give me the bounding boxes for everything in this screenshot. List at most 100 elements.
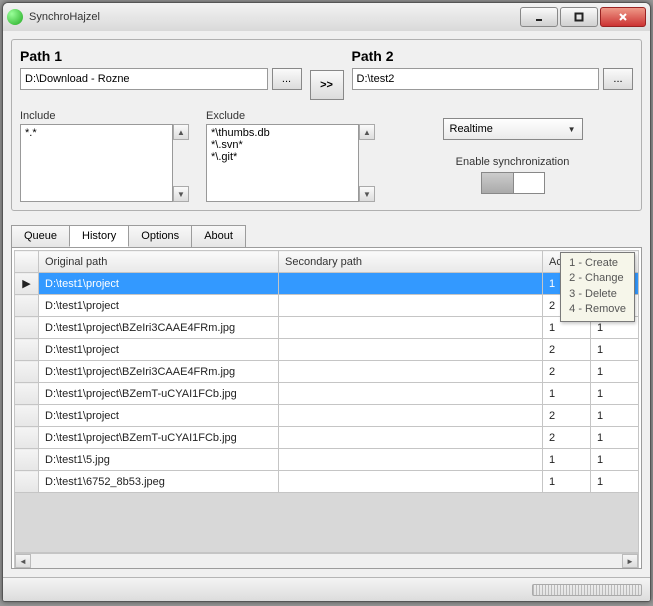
config-panel: Path 1 ... >> Path 2 ... In [11, 39, 642, 211]
table-row[interactable]: D:\test1\5.jpg 11 [15, 449, 639, 471]
exclude-label: Exclude [206, 110, 376, 122]
swap-paths-button[interactable]: >> [310, 70, 344, 100]
tab-strip: Queue History Options About [11, 225, 642, 247]
tab-queue[interactable]: Queue [11, 225, 70, 247]
cell-original: D:\test1\5.jpg [39, 449, 279, 471]
client-area: Path 1 ... >> Path 2 ... In [3, 31, 650, 577]
cell-action2: 1 [591, 405, 639, 427]
cell-original: D:\test1\project\BZeIri3CAAE4FRm.jpg [39, 361, 279, 383]
path2-browse-button[interactable]: ... [603, 68, 633, 90]
history-grid[interactable]: Original path Secondary path Action ▶D:\… [14, 250, 639, 493]
cell-original: D:\test1\project [39, 273, 279, 295]
row-indicator [15, 295, 39, 317]
path1-label: Path 1 [20, 48, 302, 64]
cell-action2: 1 [591, 383, 639, 405]
scroll-right-icon[interactable]: ► [622, 554, 638, 568]
row-indicator [15, 339, 39, 361]
enable-sync-toggle[interactable] [481, 172, 545, 194]
cell-secondary [279, 405, 543, 427]
cell-action2: 1 [591, 427, 639, 449]
tab-about[interactable]: About [191, 225, 246, 247]
window-title: SynchroHajzel [29, 11, 100, 23]
titlebar[interactable]: SynchroHajzel [3, 3, 650, 31]
cell-action2: 1 [591, 449, 639, 471]
cell-action1: 1 [543, 471, 591, 493]
statusbar [3, 577, 650, 601]
minimize-button[interactable] [520, 7, 558, 27]
exclude-textarea[interactable]: *\thumbs.db *\.svn* *\.git* [206, 124, 359, 202]
tab-options[interactable]: Options [128, 225, 192, 247]
cell-action1: 2 [543, 361, 591, 383]
scroll-left-icon[interactable]: ◄ [15, 554, 31, 568]
mode-dropdown[interactable]: Realtime ▼ [443, 118, 583, 140]
cell-original: D:\test1\project\BZeIri3CAAE4FRm.jpg [39, 317, 279, 339]
row-indicator [15, 449, 39, 471]
cell-secondary [279, 471, 543, 493]
cell-action1: 2 [543, 405, 591, 427]
cell-secondary [279, 449, 543, 471]
tab-body: Original path Secondary path Action ▶D:\… [11, 247, 642, 569]
table-row[interactable]: D:\test1\project 21 [15, 339, 639, 361]
cell-original: D:\test1\project\BZemT-uCYAI1FCb.jpg [39, 427, 279, 449]
row-indicator [15, 383, 39, 405]
grid-rowhead[interactable] [15, 251, 39, 273]
row-indicator: ▶ [15, 273, 39, 295]
mode-selected: Realtime [450, 123, 493, 135]
table-row[interactable]: D:\test1\project\BZeIri3CAAE4FRm.jpg 21 [15, 361, 639, 383]
cell-action1: 1 [543, 383, 591, 405]
cell-secondary [279, 339, 543, 361]
path2-label: Path 2 [352, 48, 634, 64]
tabs-area: Queue History Options About Original pat… [11, 225, 642, 569]
cell-original: D:\test1\project\BZemT-uCYAI1FCb.jpg [39, 383, 279, 405]
cell-action2: 1 [591, 471, 639, 493]
path2-input[interactable] [352, 68, 600, 90]
cell-original: D:\test1\6752_8b53.jpeg [39, 471, 279, 493]
include-label: Include [20, 110, 190, 122]
cell-secondary [279, 273, 543, 295]
cell-secondary [279, 317, 543, 339]
cell-secondary [279, 361, 543, 383]
tab-history[interactable]: History [69, 225, 129, 247]
cell-action2: 1 [591, 339, 639, 361]
cell-original: D:\test1\project [39, 339, 279, 361]
scroll-up-icon[interactable]: ▲ [173, 124, 189, 140]
row-indicator [15, 405, 39, 427]
table-row[interactable]: D:\test1\6752_8b53.jpeg 11 [15, 471, 639, 493]
table-row[interactable]: D:\test1\project 21 [15, 405, 639, 427]
include-textarea[interactable]: *.* [20, 124, 173, 202]
row-indicator [15, 361, 39, 383]
table-row[interactable]: D:\test1\project\BZeIri3CAAE4FRm.jpg11 [15, 317, 639, 339]
cell-action1: 1 [543, 449, 591, 471]
maximize-button[interactable] [560, 7, 598, 27]
grid-col-original[interactable]: Original path [39, 251, 279, 273]
scroll-down-icon[interactable]: ▼ [359, 186, 375, 202]
table-row[interactable]: D:\test1\project\BZemT-uCYAI1FCb.jpg 21 [15, 427, 639, 449]
grid-col-secondary[interactable]: Secondary path [279, 251, 543, 273]
table-row[interactable]: D:\test1\project2 [15, 295, 639, 317]
cell-action1: 2 [543, 427, 591, 449]
path1-input[interactable] [20, 68, 268, 90]
horizontal-scrollbar[interactable]: ◄ ► [14, 553, 639, 569]
action-tooltip: 1 - Create 2 - Change 3 - Delete 4 - Rem… [560, 252, 635, 322]
cell-action1: 2 [543, 339, 591, 361]
close-button[interactable] [600, 7, 646, 27]
scroll-down-icon[interactable]: ▼ [173, 186, 189, 202]
resize-grip-icon[interactable] [532, 584, 642, 596]
app-window: SynchroHajzel Path 1 ... >> Path 2 [2, 2, 651, 602]
cell-secondary [279, 295, 543, 317]
scroll-up-icon[interactable]: ▲ [359, 124, 375, 140]
chevron-down-icon: ▼ [568, 125, 576, 134]
cell-action2: 1 [591, 361, 639, 383]
row-indicator [15, 427, 39, 449]
cell-secondary [279, 427, 543, 449]
cell-original: D:\test1\project [39, 295, 279, 317]
cell-secondary [279, 383, 543, 405]
table-row[interactable]: D:\test1\project\BZemT-uCYAI1FCb.jpg 11 [15, 383, 639, 405]
table-row[interactable]: ▶D:\test1\project1 [15, 273, 639, 295]
row-indicator [15, 317, 39, 339]
path1-browse-button[interactable]: ... [272, 68, 302, 90]
grid-empty-area [14, 493, 639, 553]
app-icon [7, 9, 23, 25]
cell-original: D:\test1\project [39, 405, 279, 427]
row-indicator [15, 471, 39, 493]
